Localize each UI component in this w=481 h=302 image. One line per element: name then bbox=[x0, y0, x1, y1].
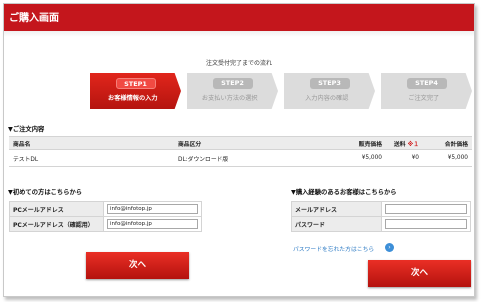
step-2: STEP2 お支払い方法の選択 bbox=[187, 73, 278, 109]
col-shipping: 送料 ※１ bbox=[386, 136, 423, 150]
flow-title: 注文受付完了までの流れ bbox=[205, 60, 272, 67]
cell-shipping: ¥0 bbox=[386, 149, 423, 167]
col-category: 商品区分 bbox=[174, 136, 348, 150]
email-confirm-label: PCメールアドレス（確認用） bbox=[9, 216, 104, 232]
cell-category: DL:ダウンロード版 bbox=[174, 149, 348, 167]
password-field[interactable] bbox=[385, 219, 467, 229]
new-customer-form: PCメールアドレス PCメールアドレス（確認用） bbox=[9, 201, 202, 232]
step-label: お客様情報の入力 bbox=[108, 95, 158, 102]
form-row: パスワード bbox=[291, 216, 471, 232]
page-title: ご購入画面 bbox=[9, 13, 59, 24]
step-badge: STEP2 bbox=[212, 78, 253, 89]
cell-price: ¥5,000 bbox=[348, 149, 386, 167]
password-label: パスワード bbox=[291, 216, 382, 232]
step-label: お支払い方法の選択 bbox=[201, 95, 258, 102]
step-badge: STEP3 bbox=[309, 78, 350, 89]
email-label: PCメールアドレス bbox=[9, 201, 104, 217]
email-cell bbox=[103, 201, 202, 217]
login-form: メールアドレス パスワード bbox=[291, 201, 471, 232]
new-customer-heading: ▼初めての方はこちらから bbox=[8, 189, 83, 196]
form-row: メールアドレス bbox=[291, 201, 471, 217]
step-label: ご注文完了 bbox=[408, 95, 440, 102]
cell-name: テストDL bbox=[9, 149, 174, 167]
shipping-note-mark: ※１ bbox=[407, 141, 419, 148]
step-1: STEP1 お客様情報の入力 bbox=[90, 73, 181, 109]
form-row: PCメールアドレス（確認用） bbox=[9, 216, 202, 232]
step-4: STEP4 ご注文完了 bbox=[381, 73, 472, 109]
password-cell bbox=[381, 216, 471, 232]
col-name: 商品名 bbox=[9, 136, 174, 150]
returning-customer-heading: ▼購入経験のあるお客様はこちらから bbox=[291, 189, 397, 196]
new-customer-next-button[interactable]: 次へ bbox=[86, 252, 189, 279]
forgot-password-link[interactable]: パスワードを忘れた方はこちら bbox=[293, 244, 374, 253]
cell-total: ¥5,000 bbox=[423, 149, 472, 167]
step-3: STEP3 入力内容の確認 bbox=[284, 73, 375, 109]
table-header-row: 商品名 商品区分 販売価格 送料 ※１ 合計価格 bbox=[9, 136, 472, 150]
table-row: テストDL DL:ダウンロード版 ¥5,000 ¥0 ¥5,000 bbox=[9, 149, 472, 167]
col-price: 販売価格 bbox=[348, 136, 386, 150]
purchase-window: ご購入画面 注文受付完了までの流れ STEP1 お客様情報の入力 STEP2 お… bbox=[3, 3, 475, 297]
returning-customer-next-button[interactable]: 次へ bbox=[368, 260, 471, 287]
email-confirm-field[interactable] bbox=[107, 219, 198, 229]
order-heading: ▼ご注文内容 bbox=[8, 126, 45, 133]
login-email-cell bbox=[381, 201, 471, 217]
email-confirm-cell bbox=[103, 216, 202, 232]
arrow-circle-icon[interactable]: › bbox=[385, 243, 394, 252]
col-shipping-label: 送料 bbox=[393, 141, 406, 148]
login-email-label: メールアドレス bbox=[291, 201, 382, 217]
col-total: 合計価格 bbox=[423, 136, 472, 150]
step-label: 入力内容の確認 bbox=[305, 95, 349, 102]
login-email-field[interactable] bbox=[385, 204, 467, 214]
page-header: ご購入画面 bbox=[4, 4, 474, 31]
email-field[interactable] bbox=[107, 204, 198, 214]
order-table: 商品名 商品区分 販売価格 送料 ※１ 合計価格 テストDL DL:ダウンロード… bbox=[9, 136, 472, 167]
form-row: PCメールアドレス bbox=[9, 201, 202, 217]
step-badge: STEP1 bbox=[115, 78, 156, 89]
header-shadow bbox=[4, 31, 474, 37]
step-badge: STEP4 bbox=[406, 78, 447, 89]
